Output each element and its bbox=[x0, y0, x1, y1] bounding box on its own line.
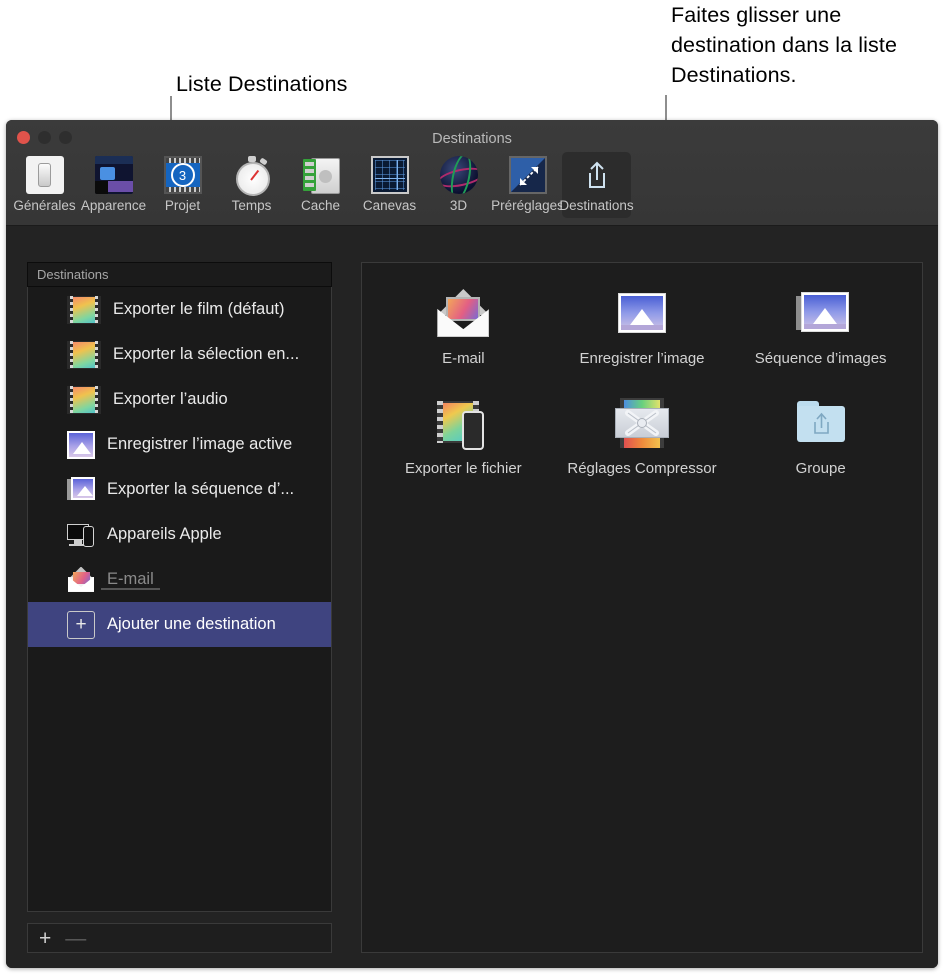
mail-icon bbox=[67, 566, 95, 594]
toolbar-tab-label: 3D bbox=[450, 198, 467, 213]
3d-sphere-icon bbox=[440, 156, 478, 194]
destination-tile-image-sequence[interactable]: Séquence d’images bbox=[731, 285, 910, 367]
film-icon bbox=[67, 386, 101, 414]
toolbar-tab-prereglages[interactable]: Préréglages bbox=[493, 152, 562, 218]
toolbar-tab-label: Canevas bbox=[363, 198, 416, 213]
destination-row-label: Exporter la séquence d’... bbox=[107, 480, 294, 499]
preferences-toolbar: Destinations Générales Apparence 3 Proje… bbox=[6, 120, 938, 226]
destination-tile-export-file[interactable]: Exporter le fichier bbox=[374, 395, 553, 477]
toolbar-tab-cache[interactable]: Cache bbox=[286, 152, 355, 218]
destination-tile-label: E-mail bbox=[442, 350, 485, 367]
destination-row-label: Appareils Apple bbox=[107, 525, 222, 544]
destination-tile-compressor-settings[interactable]: Réglages Compressor bbox=[553, 395, 732, 477]
toggle-switch-icon bbox=[26, 156, 64, 194]
harddisk-memory-icon bbox=[302, 156, 340, 194]
film-icon bbox=[67, 341, 101, 369]
folder-share-tile-icon bbox=[793, 395, 849, 451]
destination-row-add-destination[interactable]: + Ajouter une destination bbox=[28, 602, 331, 647]
destination-tile-label: Exporter le fichier bbox=[405, 460, 522, 477]
share-export-icon bbox=[578, 156, 616, 194]
destination-row-export-image-sequence[interactable]: Exporter la séquence d’... bbox=[28, 467, 331, 512]
motion-preferences-window: Destinations Générales Apparence 3 Proje… bbox=[6, 120, 938, 968]
destination-row-label: Enregistrer l’image active bbox=[107, 435, 292, 454]
add-destination-button[interactable]: + bbox=[39, 928, 51, 949]
destination-row-email[interactable]: E-mail bbox=[28, 557, 331, 602]
destination-types-panel: E-mail Enregistrer l’image Séquence d’im… bbox=[361, 262, 923, 953]
destination-tile-label: Réglages Compressor bbox=[567, 460, 716, 477]
stopwatch-icon bbox=[233, 156, 271, 194]
destination-tile-label: Séquence d’images bbox=[755, 350, 887, 367]
presets-arrow-icon bbox=[509, 156, 547, 194]
destination-tile-email[interactable]: E-mail bbox=[374, 285, 553, 367]
toolbar-tab-projet[interactable]: 3 Projet bbox=[148, 152, 217, 218]
canvas-grid-icon bbox=[371, 156, 409, 194]
toolbar-tab-apparence[interactable]: Apparence bbox=[79, 152, 148, 218]
destinations-list-header: Destinations bbox=[27, 262, 332, 287]
destinations-list[interactable]: Exporter le film (défaut) Exporter la sé… bbox=[27, 287, 332, 912]
photos-icon bbox=[67, 476, 95, 504]
plus-box-icon: + bbox=[67, 611, 95, 639]
destination-types-grid: E-mail Enregistrer l’image Séquence d’im… bbox=[362, 263, 922, 477]
destination-row-label: Exporter le film (défaut) bbox=[113, 300, 284, 319]
toolbar-tab-label: Préréglages bbox=[491, 198, 564, 213]
window-title: Destinations bbox=[6, 131, 938, 147]
toolbar-tab-temps[interactable]: Temps bbox=[217, 152, 286, 218]
file-device-tile-icon bbox=[435, 395, 491, 451]
appearance-icon bbox=[95, 156, 133, 194]
film-icon bbox=[67, 296, 101, 324]
photo-icon bbox=[67, 431, 95, 459]
toolbar-tab-label: Générales bbox=[13, 198, 75, 213]
destinations-pane: Destinations Exporter le film (défaut) E… bbox=[6, 226, 938, 968]
destination-row-export-selection[interactable]: Exporter la sélection en... bbox=[28, 332, 331, 377]
destination-tile-label: Enregistrer l’image bbox=[579, 350, 704, 367]
compressor-tile-icon bbox=[614, 395, 670, 451]
toolbar-tab-label: Cache bbox=[301, 198, 340, 213]
destination-row-label: E-mail bbox=[107, 570, 154, 589]
toolbar-tab-label: Destinations bbox=[559, 198, 633, 213]
toolbar-tab-generales[interactable]: Générales bbox=[10, 152, 79, 218]
destination-tile-group[interactable]: Groupe bbox=[731, 395, 910, 477]
toolbar-tab-label: Apparence bbox=[81, 198, 146, 213]
toolbar-tab-label: Projet bbox=[165, 198, 200, 213]
toolbar-tab-canevas[interactable]: Canevas bbox=[355, 152, 424, 218]
toolbar-tab-destinations[interactable]: Destinations bbox=[562, 152, 631, 218]
destination-row-label: Exporter la sélection en... bbox=[113, 345, 299, 364]
toolbar-tab-label: Temps bbox=[232, 198, 272, 213]
destination-row-export-movie[interactable]: Exporter le film (défaut) bbox=[28, 287, 331, 332]
destination-tile-save-image[interactable]: Enregistrer l’image bbox=[553, 285, 732, 367]
mail-tile-icon bbox=[435, 285, 491, 341]
devices-icon bbox=[67, 521, 95, 549]
destination-row-label: Ajouter une destination bbox=[107, 615, 276, 634]
destination-row-label: Exporter l’audio bbox=[113, 390, 228, 409]
toolbar-tab-strip: Générales Apparence 3 Projet Temps bbox=[10, 152, 631, 218]
film-project-icon: 3 bbox=[164, 156, 202, 194]
photo-tile-icon bbox=[614, 285, 670, 341]
toolbar-tab-3d[interactable]: 3D bbox=[424, 152, 493, 218]
destination-row-export-audio[interactable]: Exporter l’audio bbox=[28, 377, 331, 422]
destinations-list-footer: + — bbox=[27, 923, 332, 953]
callout-label-drag-destination: Faites glisser une destination dans la l… bbox=[671, 0, 941, 90]
destinations-list-panel: Destinations Exporter le film (défaut) E… bbox=[27, 262, 332, 912]
destination-tile-label: Groupe bbox=[796, 460, 846, 477]
photos-tile-icon bbox=[793, 285, 849, 341]
destination-row-save-current-frame[interactable]: Enregistrer l’image active bbox=[28, 422, 331, 467]
callout-label-destinations-list: Liste Destinations bbox=[176, 69, 348, 99]
remove-destination-button[interactable]: — bbox=[65, 928, 86, 949]
destination-row-apple-devices[interactable]: Appareils Apple bbox=[28, 512, 331, 557]
